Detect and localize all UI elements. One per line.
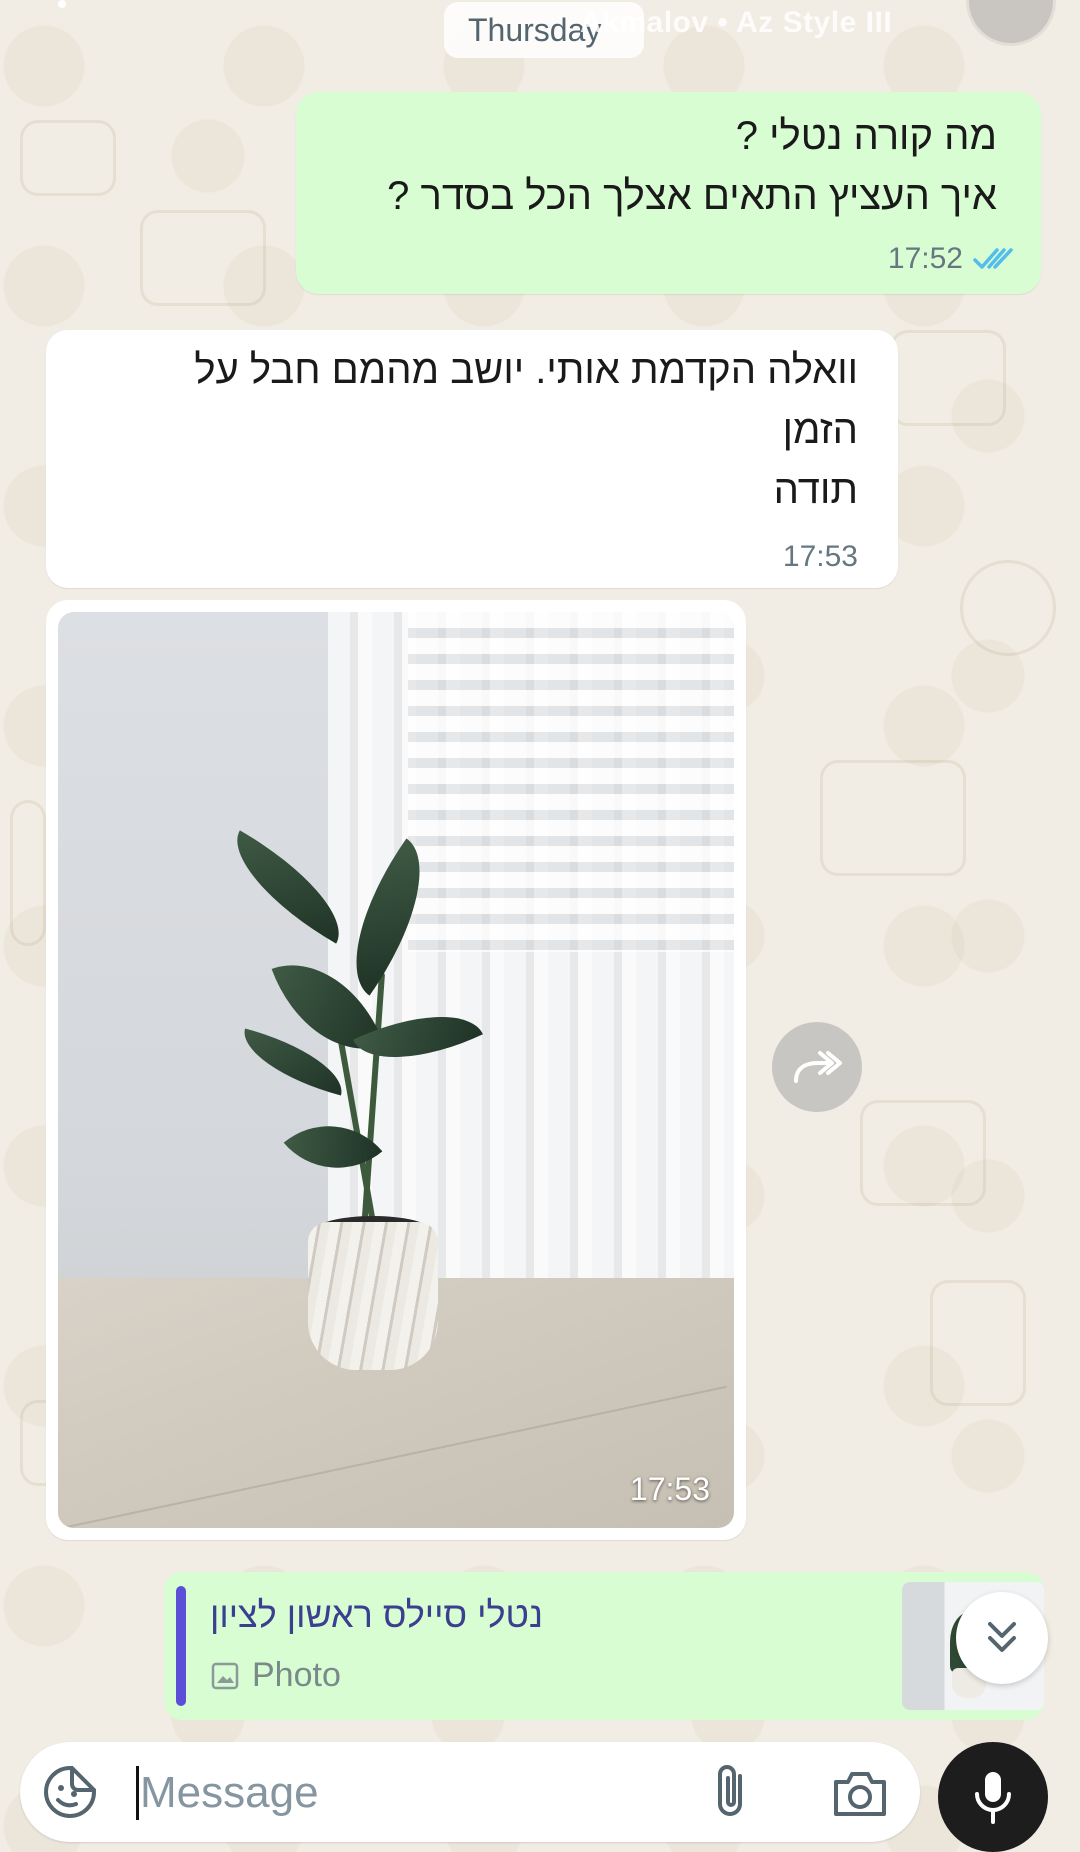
message-line: איך העציץ התאים אצלך הכל בסדר ?	[387, 174, 997, 218]
photo-blinds	[408, 612, 734, 952]
message-time: 17:53	[782, 540, 858, 573]
message-composer	[20, 1742, 920, 1842]
forward-icon	[794, 1051, 842, 1083]
message-time: 17:52	[887, 242, 963, 275]
outgoing-message-bubble[interactable]: מה קורה נטלי ? איך העציץ התאים אצלך הכל …	[296, 92, 1041, 294]
reply-preview[interactable]: נטלי סיילס ראשון לציון Photo	[164, 1572, 1044, 1720]
microphone-icon	[975, 1772, 1011, 1824]
wallpaper-doodle	[960, 560, 1056, 656]
reply-accent-bar	[176, 1586, 186, 1706]
message-line: הזמן	[782, 408, 858, 452]
camera-icon	[834, 1772, 886, 1816]
reply-media-label: Photo	[210, 1656, 341, 1695]
wallpaper-doodle	[10, 800, 46, 946]
wallpaper-doodle	[890, 330, 1006, 426]
double-chevron-down-icon	[988, 1622, 1016, 1652]
attach-button[interactable]	[704, 1762, 760, 1822]
message-meta: 17:52	[888, 242, 1015, 276]
scroll-to-bottom-button[interactable]	[956, 1592, 1048, 1684]
wallpaper-doodle	[860, 1100, 986, 1206]
video-watermark: Akmalov • Az Style III	[580, 6, 893, 39]
wallpaper-doodle	[820, 760, 966, 876]
wallpaper-doodle	[20, 120, 116, 196]
message-line: וואלה הקדמת אותי. יושב מהמם חבל על	[194, 348, 858, 392]
wallpaper-doodle	[140, 210, 266, 306]
wallpaper-doodle	[930, 1280, 1026, 1406]
reply-media-text: Photo	[252, 1656, 341, 1694]
message-time: 17:53	[629, 1471, 710, 1507]
double-check-read-icon	[973, 248, 1013, 269]
sticker-icon	[44, 1766, 96, 1818]
status-dot	[58, 0, 66, 8]
message-line: תודה	[773, 468, 858, 512]
paperclip-icon	[718, 1765, 742, 1816]
camera-button[interactable]	[830, 1766, 890, 1820]
message-line: מה קורה נטלי ?	[735, 114, 997, 158]
sticker-button[interactable]	[42, 1764, 98, 1820]
voice-record-button[interactable]	[938, 1742, 1048, 1852]
incoming-photo-message[interactable]: 17:53	[46, 600, 746, 1540]
image-icon	[211, 1662, 239, 1689]
plant-pot	[308, 1222, 438, 1370]
reply-sender-name: נטלי סיילס ראשון לציון	[210, 1594, 544, 1635]
photo-attachment[interactable]: 17:53	[58, 612, 734, 1528]
incoming-message-bubble[interactable]: וואלה הקדמת אותי. יושב מהמם חבל על הזמן …	[46, 330, 898, 588]
message-text: מה קורה נטלי ? איך העציץ התאים אצלך הכל …	[337, 106, 997, 226]
message-input[interactable]	[138, 1756, 622, 1830]
message-text: וואלה הקדמת אותי. יושב מהמם חבל על הזמן …	[78, 340, 858, 520]
forward-button[interactable]	[772, 1022, 862, 1112]
